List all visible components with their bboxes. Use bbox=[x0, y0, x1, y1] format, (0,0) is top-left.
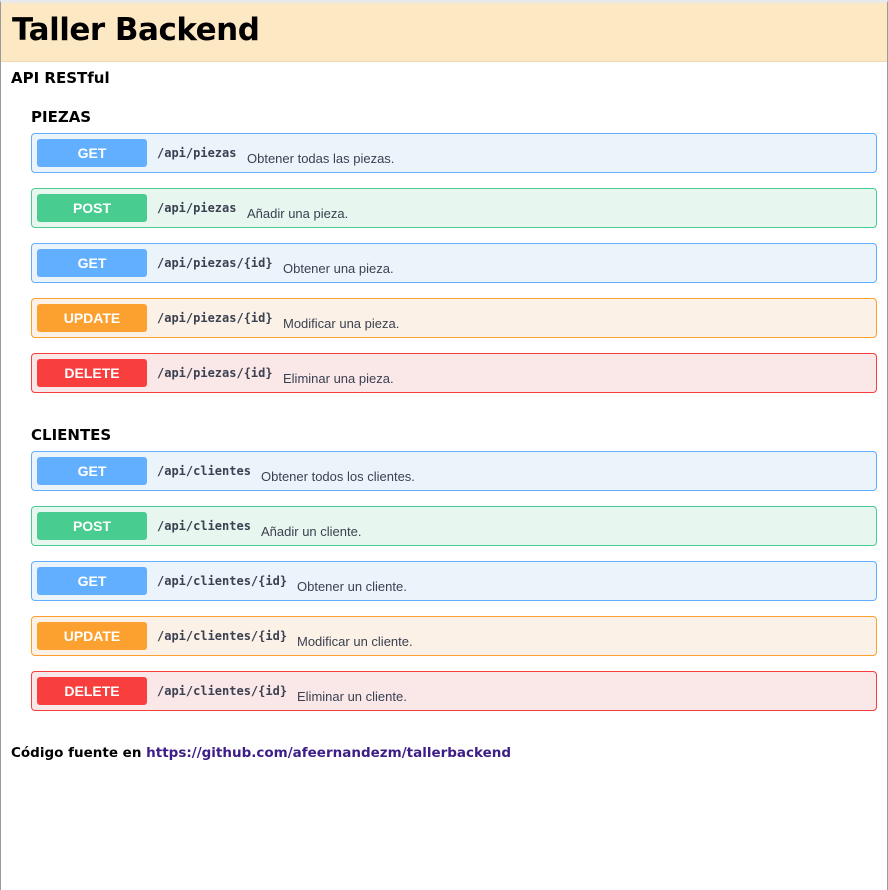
endpoint-row[interactable]: GET /api/piezas Obtener todas las piezas… bbox=[31, 133, 877, 173]
method-badge[interactable]: GET bbox=[37, 457, 147, 485]
endpoint-description: Añadir una pieza. bbox=[247, 206, 349, 221]
endpoint-description: Modificar una pieza. bbox=[283, 316, 400, 331]
method-badge[interactable]: UPDATE bbox=[37, 304, 147, 332]
endpoint-row[interactable]: GET /api/clientes/{id} Obtener un client… bbox=[31, 561, 877, 601]
endpoint-description: Obtener un cliente. bbox=[297, 579, 407, 594]
page-header: Taller Backend bbox=[1, 3, 887, 62]
endpoint-row[interactable]: POST /api/piezas Añadir una pieza. bbox=[31, 188, 877, 228]
endpoint-description: Obtener una pieza. bbox=[283, 261, 394, 276]
method-badge[interactable]: POST bbox=[37, 512, 147, 540]
page-title: Taller Backend bbox=[12, 12, 260, 48]
endpoint-description: Modificar un cliente. bbox=[297, 634, 413, 649]
endpoint-row[interactable]: DELETE /api/piezas/{id} Eliminar una pie… bbox=[31, 353, 877, 393]
method-badge[interactable]: GET bbox=[37, 139, 147, 167]
source-code-link[interactable]: https://github.com/afeernandezm/tallerba… bbox=[146, 745, 511, 761]
method-badge[interactable]: POST bbox=[37, 194, 147, 222]
endpoint-row[interactable]: DELETE /api/clientes/{id} Eliminar un cl… bbox=[31, 671, 877, 711]
section-title-piezas: PIEZAS bbox=[31, 108, 92, 126]
method-badge[interactable]: DELETE bbox=[37, 359, 147, 387]
endpoint-path: /api/piezas bbox=[157, 201, 237, 215]
endpoint-path: /api/clientes bbox=[157, 519, 251, 533]
footer: Código fuente en https://github.com/afee… bbox=[11, 745, 511, 761]
endpoint-path: /api/piezas/{id} bbox=[157, 366, 273, 380]
endpoint-path: /api/piezas/{id} bbox=[157, 256, 273, 270]
endpoint-description: Obtener todas las piezas. bbox=[247, 151, 395, 166]
endpoint-path: /api/clientes/{id} bbox=[157, 574, 288, 588]
footer-prefix: Código fuente en bbox=[11, 745, 142, 761]
method-badge[interactable]: DELETE bbox=[37, 677, 147, 705]
endpoint-path: /api/piezas bbox=[157, 146, 237, 160]
endpoint-row[interactable]: GET /api/piezas/{id} Obtener una pieza. bbox=[31, 243, 877, 283]
api-subtitle: API RESTful bbox=[11, 69, 110, 87]
endpoint-description: Añadir un cliente. bbox=[261, 524, 362, 539]
endpoint-description: Eliminar una pieza. bbox=[283, 371, 394, 386]
endpoint-description: Obtener todos los clientes. bbox=[261, 469, 415, 484]
endpoint-row[interactable]: UPDATE /api/clientes/{id} Modificar un c… bbox=[31, 616, 877, 656]
method-badge[interactable]: UPDATE bbox=[37, 622, 147, 650]
method-badge[interactable]: GET bbox=[37, 567, 147, 595]
endpoint-path: /api/piezas/{id} bbox=[157, 311, 273, 325]
endpoint-path: /api/clientes/{id} bbox=[157, 684, 288, 698]
endpoint-path: /api/clientes/{id} bbox=[157, 629, 288, 643]
endpoint-row[interactable]: POST /api/clientes Añadir un cliente. bbox=[31, 506, 877, 546]
endpoint-row[interactable]: GET /api/clientes Obtener todos los clie… bbox=[31, 451, 877, 491]
endpoint-description: Eliminar un cliente. bbox=[297, 689, 407, 704]
endpoint-row[interactable]: UPDATE /api/piezas/{id} Modificar una pi… bbox=[31, 298, 877, 338]
endpoint-path: /api/clientes bbox=[157, 464, 251, 478]
method-badge[interactable]: GET bbox=[37, 249, 147, 277]
section-title-clientes: CLIENTES bbox=[31, 426, 112, 444]
